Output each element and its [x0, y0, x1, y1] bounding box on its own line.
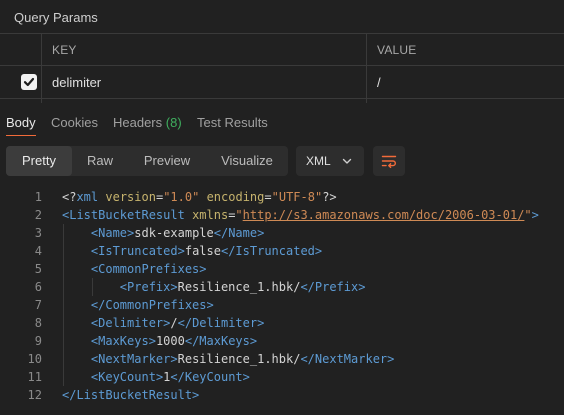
param-value-cell[interactable]: /	[367, 66, 564, 98]
wrap-lines-icon	[381, 155, 397, 169]
response-body-code[interactable]: 1 <?xml version="1.0" encoding="UTF-8"?> 2…	[0, 188, 564, 404]
line-number: 8	[34, 316, 42, 330]
query-params-header-row: KEY VALUE	[0, 33, 564, 66]
wrap-lines-button[interactable]	[373, 146, 405, 176]
code-text: <Prefix>Resilience_1.hbk/</Prefix>	[119, 280, 366, 294]
line-number: 12	[27, 388, 42, 402]
line-number: 10	[27, 352, 42, 366]
chevron-down-icon	[342, 158, 352, 164]
view-raw-button[interactable]: Raw	[72, 146, 128, 176]
line-number: 3	[34, 226, 42, 240]
code-text: <KeyCount>1</KeyCount>	[90, 370, 250, 384]
code-text: <NextMarker>Resilience_1.hbk/</NextMarke…	[90, 352, 395, 366]
format-selected-value: XML	[306, 154, 331, 168]
line-number: 5	[34, 262, 42, 276]
header-value-cell: VALUE	[367, 34, 564, 65]
code-text: <ListBucketResult xmlns="http://s3.amazo…	[62, 208, 539, 222]
line-number: 7	[34, 298, 42, 312]
code-text: <Name>sdk-example</Name>	[90, 226, 265, 240]
param-key[interactable]: delimiter	[52, 75, 101, 90]
response-tabs: Body Cookies Headers (8) Test Results	[0, 106, 564, 136]
tab-headers-label: Headers	[113, 115, 163, 130]
code-line: 10 <NextMarker>Resilience_1.hbk/</NextMa…	[0, 350, 564, 368]
param-enabled-checkbox[interactable]	[21, 74, 37, 90]
code-text: <?xml version="1.0" encoding="UTF-8"?>	[62, 190, 337, 204]
line-number: 1	[34, 190, 42, 204]
code-line: 12 </ListBucketResult>	[0, 386, 564, 404]
view-mode-switcher: Pretty Raw Preview Visualize	[6, 146, 288, 176]
line-number: 4	[34, 244, 42, 258]
code-line: 6 <Prefix>Resilience_1.hbk/</Prefix>	[0, 278, 564, 296]
code-line: 8 <Delimiter>/</Delimiter>	[0, 314, 564, 332]
code-line: 9 <MaxKeys>1000</MaxKeys>	[0, 332, 564, 350]
param-check-cell	[0, 66, 42, 98]
code-line: 2 <ListBucketResult xmlns="http://s3.amaz…	[0, 206, 564, 224]
code-line: 5 <CommonPrefixes>	[0, 260, 564, 278]
param-value[interactable]: /	[377, 75, 381, 90]
code-text: <CommonPrefixes>	[90, 262, 207, 276]
code-line: 7 </CommonPrefixes>	[0, 296, 564, 314]
query-param-row: delimiter /	[0, 66, 564, 99]
code-line: 1 <?xml version="1.0" encoding="UTF-8"?>	[0, 188, 564, 206]
code-text: </ListBucketResult>	[62, 388, 200, 402]
code-text: <IsTruncated>false</IsTruncated>	[90, 244, 323, 258]
code-line: 4 <IsTruncated>false</IsTruncated>	[0, 242, 564, 260]
line-number: 6	[34, 280, 42, 294]
format-select[interactable]: XML	[296, 146, 364, 176]
view-preview-button[interactable]: Preview	[128, 146, 206, 176]
tab-body[interactable]: Body	[6, 115, 36, 130]
key-column-header: KEY	[52, 43, 77, 57]
line-number: 2	[34, 208, 42, 222]
code-line: 11 <KeyCount>1</KeyCount>	[0, 368, 564, 386]
header-key-cell: KEY	[42, 34, 367, 65]
empty-check-cell	[0, 99, 42, 103]
query-param-empty-row[interactable]	[0, 99, 564, 103]
line-number: 9	[34, 334, 42, 348]
code-text: </CommonPrefixes>	[90, 298, 214, 312]
tab-test-results[interactable]: Test Results	[197, 115, 268, 130]
check-icon	[23, 77, 35, 87]
code-text: <MaxKeys>1000</MaxKeys>	[90, 334, 258, 348]
view-visualize-button[interactable]: Visualize	[206, 146, 288, 176]
query-params-title: Query Params	[14, 10, 98, 25]
tab-headers[interactable]: Headers (8)	[113, 115, 182, 130]
code-text: <Delimiter>/</Delimiter>	[90, 316, 265, 330]
code-line: 3 <Name>sdk-example</Name>	[0, 224, 564, 242]
view-pretty-button[interactable]: Pretty	[6, 146, 72, 176]
headers-count-badge: (8)	[165, 115, 182, 130]
value-column-header: VALUE	[377, 43, 417, 57]
tab-cookies[interactable]: Cookies	[51, 115, 98, 130]
active-tab-indicator	[6, 135, 36, 136]
response-toolbar: Pretty Raw Preview Visualize XML	[0, 146, 564, 178]
header-check-cell	[0, 34, 42, 65]
param-key-cell[interactable]: delimiter	[42, 66, 367, 98]
line-number: 11	[27, 370, 42, 384]
empty-key-cell	[42, 99, 367, 103]
